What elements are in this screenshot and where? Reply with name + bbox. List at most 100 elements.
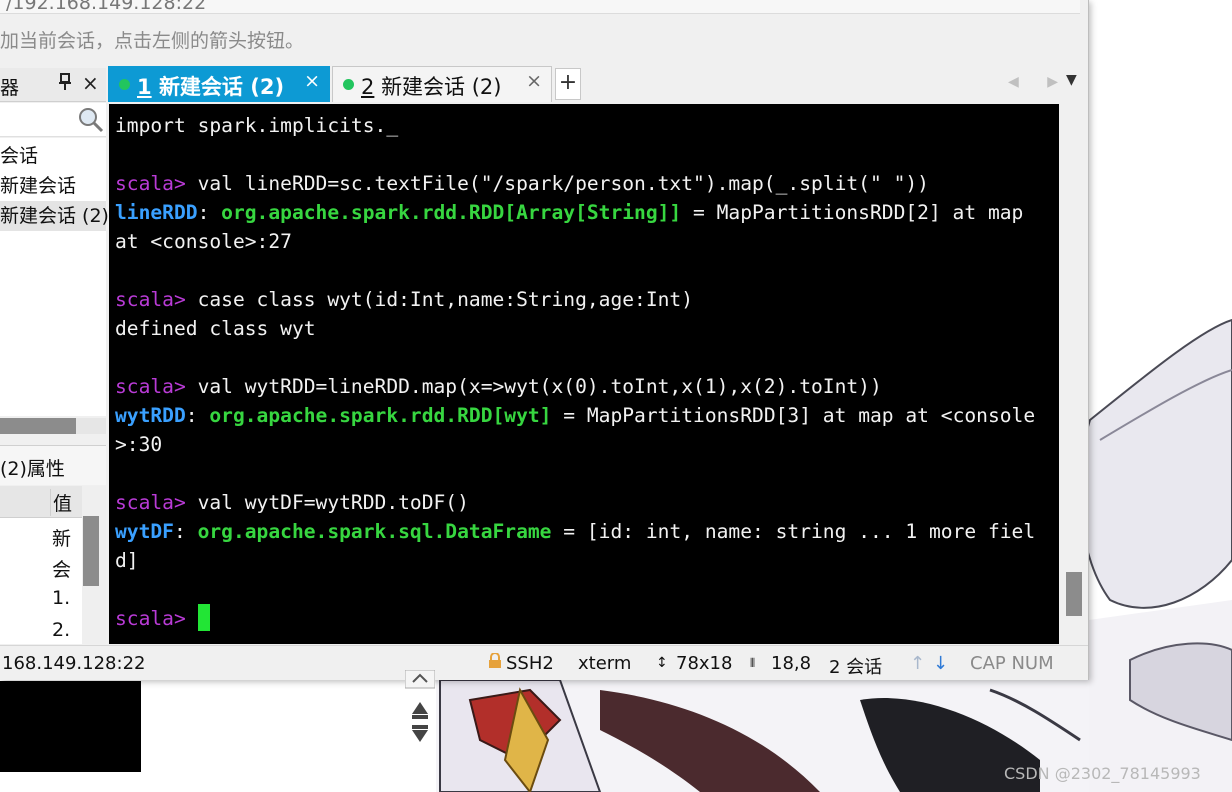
terminal-text: = MapPartitionsRDD[3] at map at <console: [551, 404, 1036, 427]
tab-session-2[interactable]: 2 新建会话 (2) ×: [332, 66, 552, 102]
terminal-text: val wytDF=wytRDD.toDF(): [185, 491, 469, 514]
session-item-selected[interactable]: 新建会话 (2): [0, 201, 109, 231]
terminal-vscroll-track[interactable]: [1060, 104, 1088, 644]
search-icon[interactable]: [78, 107, 104, 137]
terminal-variable: wytDF: [115, 520, 174, 543]
scroll-arrows: [404, 669, 436, 780]
terminal-line: scala> val wytRDD=lineRDD.map(x=>wyt(x(0…: [115, 372, 1059, 401]
properties-header: (2)属性: [0, 445, 106, 485]
terminal-output[interactable]: import spark.implicits._ scala> val lineR…: [109, 104, 1059, 644]
properties-column-header: 值: [0, 486, 82, 518]
terminal-type: org.apache.spark.sql.DataFrame: [197, 520, 552, 543]
background-window-pane: [0, 681, 141, 772]
session-item[interactable]: 新建会话: [0, 171, 76, 201]
terminal-prompt: scala>: [115, 375, 186, 398]
property-value: 1.: [52, 587, 71, 609]
resize-icon: ↕: [656, 655, 668, 671]
terminal-prompt: scala>: [115, 288, 186, 311]
tab-title: 新建会话 (2): [381, 75, 502, 99]
terminal-text: >:30: [115, 433, 163, 456]
terminal-text: case class wyt(id:Int,name:String,age:In…: [185, 288, 694, 311]
download-arrow-icon: ↓: [933, 653, 949, 674]
new-tab-button[interactable]: +: [555, 68, 581, 100]
tab-label: 2 新建会话 (2): [361, 71, 501, 101]
terminal-prompt: scala>: [115, 172, 186, 195]
property-value: 新: [52, 528, 72, 550]
close-icon[interactable]: ×: [82, 71, 99, 95]
terminal-prompt: scala>: [115, 607, 186, 630]
terminal-type: org.apache.spark.rdd.RDD[wyt]: [209, 404, 552, 427]
terminal-vscroll-thumb[interactable]: [1066, 572, 1082, 616]
tab-session-1[interactable]: 1 新建会话 (2) ×: [108, 66, 330, 102]
properties-title: (2)属性: [0, 458, 65, 480]
terminal-text: at <console>:27: [115, 230, 292, 253]
terminal-variable: wytRDD: [115, 404, 186, 427]
status-cursor-position: 18,8: [771, 653, 812, 674]
session-hscroll-thumb[interactable]: [0, 418, 76, 434]
cursor-position-icon: ⫴: [750, 656, 756, 670]
terminal-text: import spark.implicits._: [115, 114, 399, 137]
terminal-text: = MapPartitionsRDD[2] at map: [681, 201, 1024, 224]
tab-number: 2: [361, 75, 375, 99]
status-host: 168.149.128:22: [2, 653, 146, 674]
tab-number: 1: [137, 75, 152, 99]
terminal-line: wytRDD: org.apache.spark.rdd.RDD[wyt] = …: [115, 401, 1059, 430]
terminal-line: scala> val lineRDD=sc.textFile("/spark/p…: [115, 169, 1059, 198]
connected-status-icon: [119, 79, 130, 90]
session-manager-title: 器: [0, 77, 20, 99]
terminal-prompt: scala>: [115, 491, 186, 514]
status-bar: 168.149.128:22 SSH2 xterm ↕ 78x18 ⫴ 18,8…: [0, 645, 1088, 680]
terminal-line: defined class wyt: [115, 314, 1059, 343]
status-protocol: SSH2: [506, 653, 554, 674]
tab-title: 新建会话 (2): [158, 75, 285, 99]
connected-status-icon: [343, 79, 354, 90]
property-value: 2.: [52, 619, 71, 641]
terminal-line: scala> val wytDF=wytRDD.toDF(): [115, 488, 1059, 517]
properties-table: 新 会 1. 2.: [0, 518, 82, 644]
value-column-header[interactable]: 值: [50, 489, 72, 516]
terminal-line: at <console>:27: [115, 227, 1059, 256]
status-session-count: 2 会话: [829, 657, 883, 678]
lock-icon: [488, 652, 502, 674]
terminal-text: val wytRDD=lineRDD.map(x=>wyt(x(0).toInt…: [185, 375, 882, 398]
property-value: 会: [52, 559, 72, 581]
address-bar[interactable]: /192.168.149.128:22: [0, 0, 1080, 14]
tab-scroll-arrows-icon[interactable]: ◀ ▶: [1008, 74, 1070, 90]
session-tabstrip: 1 新建会话 (2) × 2 新建会话 (2) × + ◀ ▶ ▼: [108, 66, 1088, 104]
session-tree: 会话 新建会话 新建会话 (2): [0, 138, 109, 416]
status-terminal-type: xterm: [578, 653, 632, 674]
terminal-text: = [id: int, name: string ... 1 more fiel: [551, 520, 1036, 543]
pin-icon[interactable]: [58, 73, 72, 95]
terminal-line: wytDF: org.apache.spark.sql.DataFrame = …: [115, 517, 1059, 546]
close-tab-icon[interactable]: ×: [304, 70, 320, 92]
terminal-variable: lineRDD: [115, 201, 198, 224]
properties-vscroll-thumb[interactable]: [83, 516, 99, 586]
session-search-box[interactable]: [0, 103, 106, 137]
terminal-line: scala>: [115, 604, 1059, 633]
status-terminal-size: 78x18: [676, 653, 733, 674]
terminal-line: >:30: [115, 430, 1059, 459]
status-capnum: CAP NUM: [970, 653, 1054, 674]
terminal-line: d]: [115, 546, 1059, 575]
session-hint-text: 加当前会话，点击左侧的箭头按钮。: [0, 30, 305, 52]
terminal-text: :: [197, 201, 222, 224]
terminal-type: org.apache.spark.rdd.RDD[Array[String]]: [221, 201, 682, 224]
upload-arrow-icon: ↑: [910, 653, 926, 674]
terminal-text: d]: [115, 549, 139, 572]
terminal-line: import spark.implicits._: [115, 111, 1059, 140]
session-item[interactable]: 会话: [0, 141, 38, 171]
terminal-text: val lineRDD=sc.textFile("/spark/person.t…: [185, 172, 929, 195]
terminal-text: :: [185, 404, 210, 427]
tab-list-dropdown-icon[interactable]: ▼: [1066, 72, 1077, 88]
tab-label: 1 新建会话 (2): [137, 71, 284, 101]
csdn-watermark: CSDN @2302_78145993: [1004, 764, 1201, 783]
session-manager-header: 器 ×: [0, 68, 106, 102]
close-tab-icon[interactable]: ×: [526, 70, 542, 92]
terminal-text: :: [173, 520, 198, 543]
